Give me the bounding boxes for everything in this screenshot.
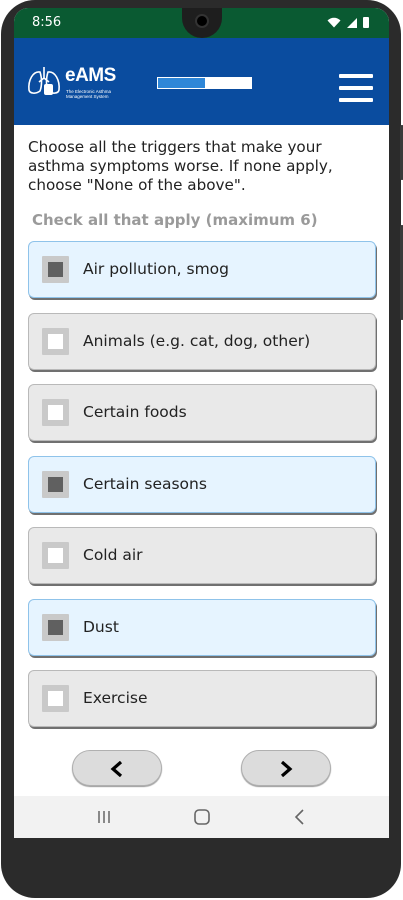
- option-air-pollution[interactable]: Air pollution, smog: [28, 241, 376, 298]
- chevron-right-icon: [280, 761, 293, 777]
- lungs-icon: [28, 67, 60, 95]
- option-certain-seasons[interactable]: Certain seasons: [28, 455, 376, 513]
- status-icons: [327, 17, 369, 28]
- logo-title: eAMS: [65, 65, 116, 86]
- instruction-text: Check all that apply (maximum 6): [32, 211, 318, 229]
- checkbox[interactable]: [42, 327, 69, 355]
- logo-subtitle-line2: Management System: [66, 94, 109, 99]
- options-list: Air pollution, smog Animals (e.g. cat, d…: [28, 241, 376, 742]
- recent-apps-icon[interactable]: [94, 808, 114, 826]
- option-label: Dust: [83, 617, 119, 636]
- battery-icon: [363, 17, 369, 28]
- option-certain-foods[interactable]: Certain foods: [28, 384, 376, 441]
- next-button[interactable]: [241, 750, 331, 786]
- option-label: Cold air: [83, 546, 143, 564]
- option-dust[interactable]: Dust: [28, 598, 376, 656]
- option-label: Animals (e.g. cat, dog, other): [83, 331, 311, 350]
- option-label: Certain foods: [83, 403, 187, 421]
- option-exercise[interactable]: Exercise: [28, 670, 376, 727]
- question-text: Choose all the triggers that make your a…: [28, 138, 333, 194]
- hamburger-menu-icon[interactable]: [339, 74, 374, 104]
- chevron-left-icon: [110, 761, 123, 777]
- system-navigation-bar: [14, 796, 389, 838]
- camera-icon: [195, 14, 209, 28]
- checkbox[interactable]: [42, 685, 69, 712]
- progress-fill: [158, 78, 205, 88]
- status-bar: 8:56: [14, 8, 389, 38]
- option-label: Exercise: [83, 689, 148, 707]
- status-time: 8:56: [32, 15, 62, 30]
- option-label: Air pollution, smog: [83, 260, 230, 278]
- home-icon[interactable]: [192, 808, 212, 826]
- logo-subtitle: The Electronic Asthma Management System: [66, 89, 111, 99]
- camera-notch: [182, 8, 222, 38]
- option-cold-air[interactable]: Cold air: [28, 527, 376, 584]
- option-animals[interactable]: Animals (e.g. cat, dog, other): [28, 312, 376, 370]
- previous-button[interactable]: [72, 750, 162, 786]
- back-icon[interactable]: [290, 808, 310, 826]
- progress-bar: [157, 77, 252, 89]
- app-screen: 8:56 eAMS The Electronic Asthma Manageme…: [14, 8, 389, 838]
- eams-logo: eAMS The Electronic Asthma Management Sy…: [27, 64, 122, 104]
- signal-icon: [347, 18, 357, 28]
- checkbox[interactable]: [42, 256, 69, 283]
- checkbox[interactable]: [42, 613, 69, 641]
- option-label: Certain seasons: [83, 474, 207, 493]
- checkbox[interactable]: [42, 470, 69, 498]
- wifi-icon: [327, 17, 341, 28]
- checkbox[interactable]: [42, 542, 69, 569]
- phone-frame: 8:56 eAMS The Electronic Asthma Manageme…: [1, 0, 403, 898]
- checkbox[interactable]: [42, 399, 69, 426]
- app-header: eAMS The Electronic Asthma Management Sy…: [14, 38, 389, 125]
